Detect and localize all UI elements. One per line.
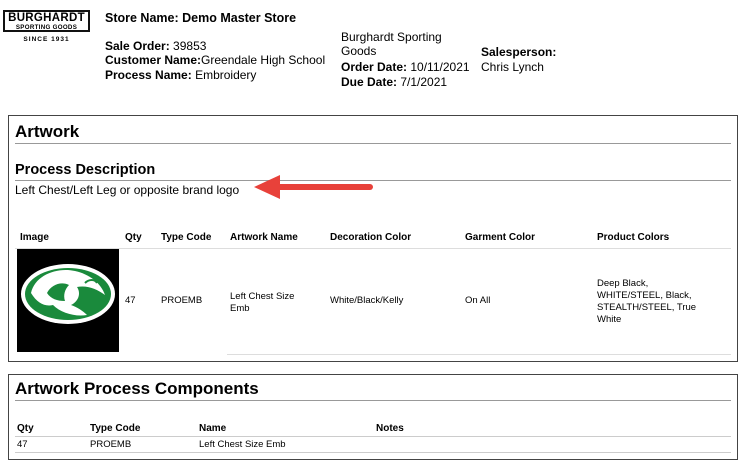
components-title-rule (15, 400, 731, 401)
lion-logo-icon (21, 264, 115, 324)
sale-order-value: 39853 (173, 39, 207, 53)
row-garment-color: On All (465, 295, 491, 306)
components-title: Artwork Process Components (15, 379, 259, 398)
artwork-title: Artwork (15, 122, 80, 141)
process-name-value: Embroidery (195, 68, 257, 82)
row-product-colors: Deep Black, WHITE/STEEL, Black, STEALTH/… (597, 278, 697, 325)
col-qty: Qty (125, 232, 142, 243)
process-name-label: Process Name: (105, 68, 192, 82)
comp-col-notes: Notes (376, 423, 404, 434)
logo-sub: SPORTING GOODS (15, 23, 78, 31)
col-image: Image (20, 232, 49, 243)
row-decoration-color: White/Black/Kelly (330, 295, 404, 306)
logo-box: BURGHARDT SPORTING GOODS (3, 10, 90, 32)
salesperson-value: Chris Lynch (481, 60, 544, 74)
comp-col-qty: Qty (17, 423, 34, 434)
due-date: Due Date: 7/1/2021 (341, 75, 447, 89)
row-type-code: PROEMB (161, 295, 203, 306)
table-header-rule (15, 248, 731, 249)
company-logo: BURGHARDT SPORTING GOODS SINCE 1931 (3, 10, 90, 47)
store-name-value: Demo Master Store (182, 11, 297, 25)
comp-row-rule (15, 452, 731, 453)
col-type-code: Type Code (161, 232, 212, 243)
col-artwork-name: Artwork Name (230, 232, 298, 243)
order-date-label: Order Date: (341, 60, 408, 74)
col-product-colors: Product Colors (597, 232, 670, 243)
salesperson-label: Salesperson: (481, 45, 557, 59)
logo-since: SINCE 1931 (23, 36, 70, 43)
due-date-label: Due Date: (341, 75, 398, 89)
customer-name-value: Greendale High School (201, 53, 326, 67)
sale-order: Sale Order: 39853 (105, 39, 206, 53)
row-artwork-name: Left Chest Size Emb (230, 291, 295, 314)
logo-name: BURGHARDT (8, 12, 85, 24)
artwork-panel: Artwork Process Description Left Chest/L… (8, 115, 738, 362)
due-date-value: 7/1/2021 (400, 75, 448, 89)
sale-order-label: Sale Order: (105, 39, 170, 53)
comp-row-type-code: PROEMB (90, 439, 132, 450)
store-name: Store Name: Demo Master Store (105, 11, 296, 25)
comp-col-type-code: Type Code (90, 423, 141, 434)
col-decoration-color: Decoration Color (330, 232, 412, 243)
artwork-image (17, 249, 119, 352)
company-name: Burghardt Sporting Goods (341, 30, 442, 58)
comp-row-qty: 47 (17, 439, 28, 450)
components-panel: Artwork Process Components Qty Type Code… (8, 374, 738, 460)
order-date: Order Date: 10/11/2021 (341, 60, 470, 74)
comp-row-name: Left Chest Size Emb (199, 439, 286, 450)
store-name-label: Store Name: (105, 11, 179, 25)
comp-header-rule (15, 436, 731, 437)
row-qty: 47 (125, 295, 136, 306)
annotation-arrow-icon (254, 175, 373, 199)
order-date-value: 10/11/2021 (410, 60, 470, 74)
comp-col-name: Name (199, 423, 227, 434)
artwork-title-rule (15, 143, 731, 144)
process-description-title: Process Description (15, 162, 156, 178)
customer-name-label: Customer Name: (105, 53, 202, 67)
process-description-text: Left Chest/Left Leg or opposite brand lo… (15, 183, 240, 197)
customer-name: Customer Name:Greendale High School (105, 53, 325, 67)
row-bottom-rule (227, 354, 731, 355)
col-garment-color: Garment Color (465, 232, 536, 243)
process-name: Process Name: Embroidery (105, 68, 256, 82)
